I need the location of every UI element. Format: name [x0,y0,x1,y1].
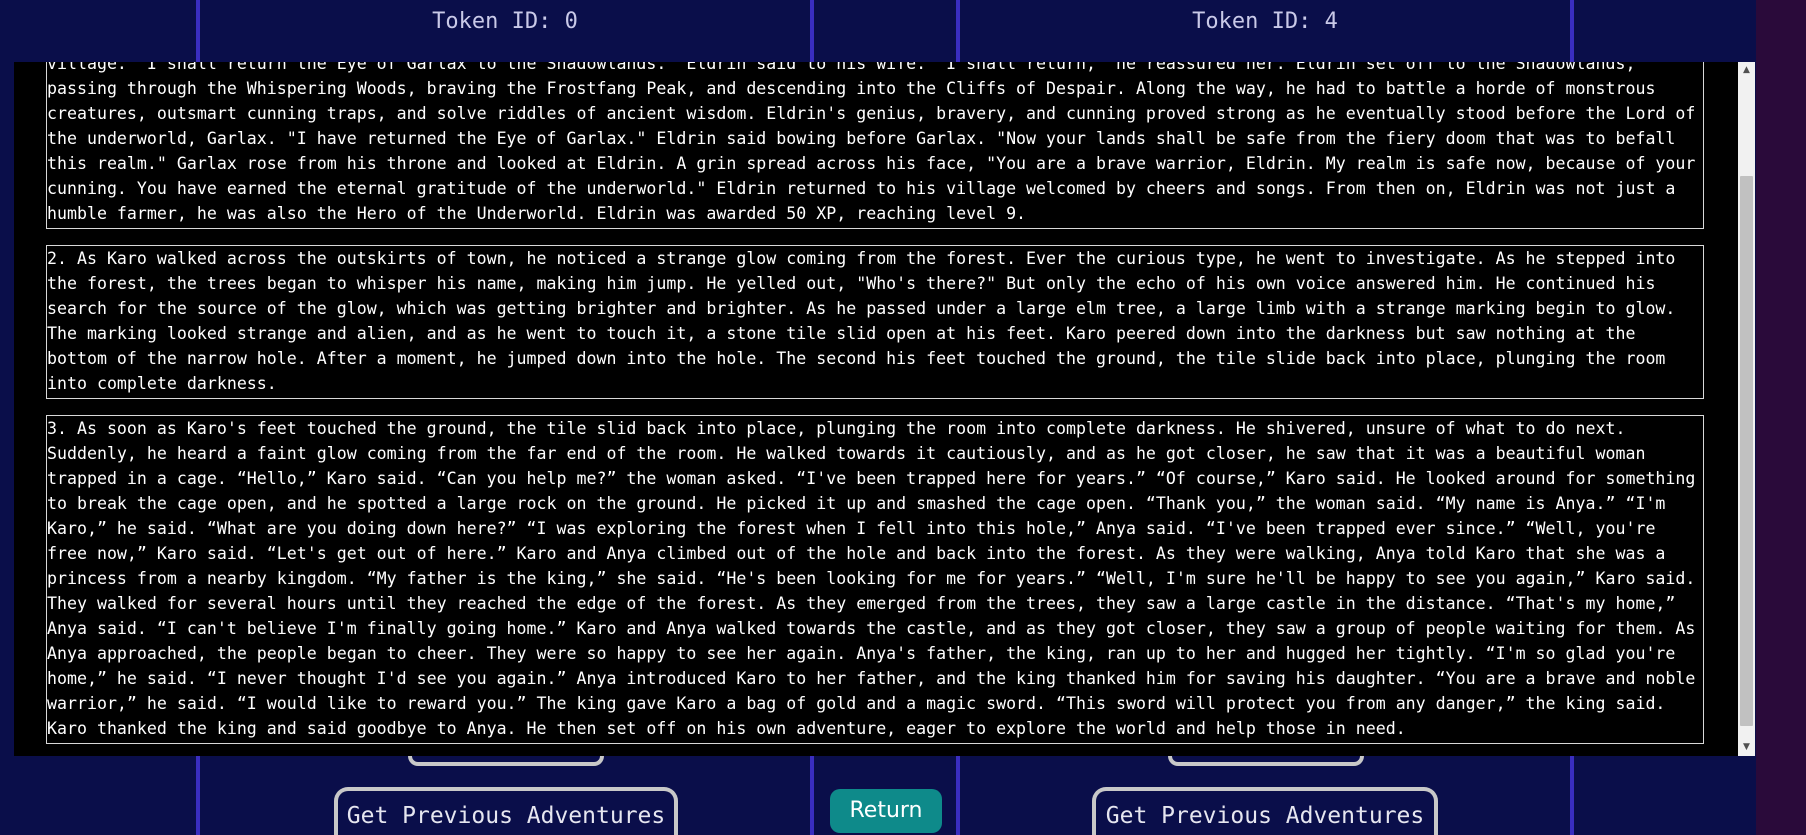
hidden-button-bottom-right[interactable] [1168,756,1364,766]
scrollbar-thumb[interactable] [1740,176,1753,726]
story-entry: 3. As soon as Karo's feet touched the gr… [46,415,1704,744]
token-id-left: Token ID: 0 [432,9,578,34]
token-id-right: Token ID: 4 [1192,9,1338,34]
down-arrow-icon[interactable]: ▼ [1738,739,1755,756]
up-arrow-icon[interactable]: ▲ [1738,62,1755,79]
story-list: village. "I shall return the Eye of Garl… [46,62,1704,756]
get-previous-adventures-button-left[interactable]: Get Previous Adventures [334,787,678,835]
return-button[interactable]: Return [830,789,942,833]
story-entry: 2. As Karo walked across the outskirts o… [46,245,1704,399]
get-previous-adventures-button-right[interactable]: Get Previous Adventures [1092,787,1438,835]
adventure-log-panel[interactable]: village. "I shall return the Eye of Garl… [14,62,1755,756]
vertical-scrollbar[interactable]: ▲ ▼ [1738,62,1755,756]
hidden-button-bottom-left[interactable] [408,756,604,766]
story-entry: village. "I shall return the Eye of Garl… [46,62,1704,229]
right-edge-strip [1756,0,1806,835]
adventure-log-scroll-area[interactable]: village. "I shall return the Eye of Garl… [14,62,1748,756]
